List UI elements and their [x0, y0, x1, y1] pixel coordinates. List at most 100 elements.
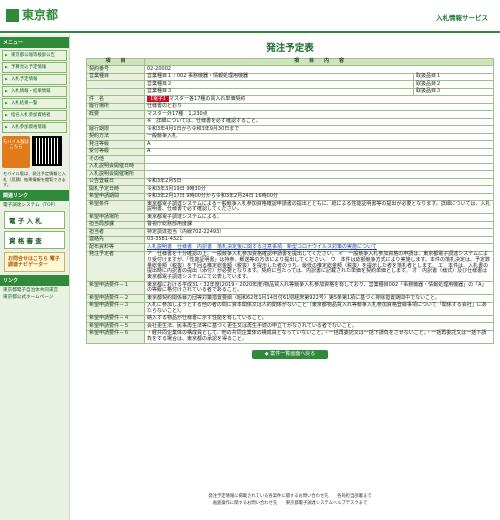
table-row: 公告登載日 令和3年2月5日	[86, 177, 494, 187]
row-value: 東京都電子調達システムによる。	[144, 213, 494, 222]
table-row: 営業種目 営業種目１ : 002 事務機器・情報処理用機器 取扱品目１	[86, 72, 494, 82]
row-label: 希望申請要件－６	[86, 329, 145, 345]
table-row: 営業種目３ 取扱品目３	[86, 87, 494, 97]
table-row: 希望申請要件－６ ・経共同企業体の構成員として、他の共同企業体の構成員となっていな…	[86, 329, 494, 345]
sidebar-item-4[interactable]: 入札結果一覧	[2, 98, 67, 109]
row-value-text: マスター各17種の買入れ単価契約	[169, 95, 246, 102]
table-row: 連絡先 03-3581-4321	[86, 235, 494, 245]
page-header: 東京都 入札情報サービス	[0, 0, 500, 33]
table-row: その他	[86, 155, 494, 164]
table-row: 希望申請要件－４ 納入する物品が仕様書に示す性能を有していること。	[86, 314, 494, 324]
row-value	[144, 162, 494, 172]
footer: 発注予定情報に掲載されている各案件に関するお問い合わせ先 各局担当部署まで 画面…	[80, 494, 500, 507]
table-row: 発注予定者ア 仕様書を十分確認の上、一般競争入札参加資格確認申請書を提出してくだ…	[86, 250, 494, 283]
row-label: 履行場所	[86, 102, 145, 112]
sidebar-item-2[interactable]: 入札予定情報	[2, 74, 67, 85]
row-value: 東京都における平成31・32年度(2019・2020年度)物品買入れ等競争入札参…	[144, 281, 494, 296]
row-value: 03-3581-4321	[144, 235, 494, 245]
sidebar-item-1[interactable]: 予算見込予定情報	[2, 62, 67, 73]
row-value: ・経共同企業体の構成員として、他の共同企業体の構成員となっていないこと。・一括再…	[144, 329, 494, 345]
row-extra: 取扱品目３	[413, 87, 494, 97]
row-value: 営業種目２	[144, 80, 414, 89]
row-value: 【電子】マスター各17種の買入れ単価契約	[144, 95, 494, 104]
row-value: ※ 詳細については、仕様書を必ず確認すること。	[144, 117, 494, 127]
sidebar-links-heading: 関連リンク	[0, 189, 69, 201]
tokyo-logo[interactable]: 東京都	[6, 9, 58, 22]
sidebar-item-6[interactable]: 入札参加資格情報	[2, 122, 67, 133]
row-value	[144, 155, 494, 164]
page-title: 発注予定表	[266, 43, 314, 54]
row-value: 特定調達担当（内線702-22493）	[144, 228, 494, 237]
col-item-header: 項 目	[86, 57, 145, 67]
table-row: 担当者 特定調達担当（内線702-22493）	[86, 228, 494, 237]
row-label: 入札説明会開催日時	[86, 162, 145, 172]
row-label: 希望申請要件－４	[86, 314, 145, 324]
table-row: 希望申請期間 令和3年2月17日 9時00分から令和3年2月24日 16時00分	[86, 192, 494, 202]
attachment-links[interactable]: 入札説明書 仕様書 内訳書 落札決定後に関する注意事項 新型コロナウイルス対策の…	[147, 244, 377, 250]
table-row: 契約方法 一般競争入札	[86, 132, 494, 142]
main-content: 発注予定表 項 目 項 目 内 容 契約番号 02-20002 営業種目 営業種目１ …	[86, 40, 494, 360]
table-row: 希望申請要件－３ 入札に参加しようとする他の者の間に資本関係又は人的関係がないこと…	[86, 301, 494, 316]
row-value: A	[144, 140, 494, 149]
electronic-tag: 【電子】	[147, 95, 170, 102]
mobile-button[interactable]: モバイル版はこちら	[2, 136, 30, 168]
row-label: 希望申請期間	[86, 192, 145, 202]
sidebar-item-5[interactable]: 指名入札参加資格者	[2, 110, 67, 121]
row-value: 営業種目１ : 002 事務機器・情報処理用機器	[144, 72, 414, 82]
row-label: 概要	[86, 110, 145, 119]
row-value: 令和3年2月5日	[144, 177, 494, 187]
row-label: 希望申請要件－１	[86, 281, 145, 296]
row-label: 担当局部課	[86, 220, 145, 230]
mobile-note: モバイル版は、発注予定情報と入札（見積）結果情報を閲覧できます。	[3, 171, 66, 187]
table-row: 担当局部課 警視庁総務部用度課	[86, 220, 494, 230]
row-value: 営業種目３	[144, 87, 414, 97]
sidebar-item-0[interactable]: 東京都公報等検索公告	[2, 50, 67, 61]
table-row: 希望条件 東京都電子調達システムによる一般競争入札参加資格確認申請書の提出とともに…	[86, 200, 494, 215]
sidebar-link-epro[interactable]: 電子調達システム（TOP）	[3, 203, 66, 209]
row-label: 希望申請要件－３	[86, 301, 145, 316]
sidebar: メニュー 東京都公報等検索公告 予算見込予定情報 入札予定情報 入札情報・結果情…	[0, 35, 70, 520]
e-bidding-button[interactable]: 電 子 入 札	[4, 210, 65, 229]
row-value: 入札に参加しようとする他の者の間に資本関係又は人的関係がないこと（東京都物品買入…	[144, 301, 494, 316]
row-label: 公告登載日	[86, 177, 145, 187]
row-label	[86, 80, 145, 89]
qualification-button[interactable]: 資 格 審 査	[4, 230, 65, 249]
row-label: 発注予定者	[86, 250, 145, 283]
row-value: 警視庁総務部用度課	[144, 220, 494, 230]
qr-code-icon	[32, 136, 62, 166]
service-title: 入札情報サービス	[436, 14, 488, 22]
row-label: 連絡先	[86, 235, 145, 245]
sidebar-links2-heading: リンク	[0, 274, 69, 286]
row-value: 仕様書のとおり	[144, 102, 494, 112]
mobile-section: モバイル版はこちら	[2, 136, 67, 168]
sidebar-link-joint[interactable]: 東京都電子自治体共同運営	[3, 288, 66, 294]
order-table: 項 目 項 目 内 容 契約番号 02-20002 営業種目 営業種目１ : 002 …	[86, 57, 494, 345]
row-value: 令和3年4月1日から令和3年9月30日まで	[144, 125, 494, 134]
row-label: 営業種目	[86, 72, 145, 82]
tokyo-logo-icon	[6, 9, 19, 22]
row-label: 受付等級	[86, 147, 145, 157]
table-row: 履行場所 仕様書のとおり	[86, 102, 494, 112]
sidebar-item-3[interactable]: 入札情報・結果情報	[2, 86, 67, 97]
row-value: A	[144, 147, 494, 157]
row-value: 納入する物品が仕様書に示す性能を有していること。	[144, 314, 494, 324]
table-row: 入札説明会開催日時	[86, 162, 494, 172]
contact-button[interactable]: お問合せはこちら 電子調達ナビゲーター	[4, 251, 65, 272]
logo-text: 東京都	[22, 8, 59, 22]
row-extra: 取扱品目１	[413, 72, 494, 82]
row-value: ア 仕様書を十分確認の上、一般競争入札参加資格確認申請書を提出してください。 イ…	[144, 250, 494, 283]
row-label: 希望条件	[86, 200, 145, 215]
row-value	[144, 170, 494, 179]
table-row: 受付等級 A	[86, 147, 494, 157]
footer-line-2: 画面操作に関するお問い合わせ先 東京都電子調達システムヘルプデスクまで	[212, 500, 368, 506]
row-value: 令和3年2月17日 9時00分から令和3年2月24日 16時00分	[144, 192, 494, 202]
sidebar-link-tokyo[interactable]: 東京都公式ホームページ	[3, 295, 66, 301]
table-row: ※ 詳細については、仕様書を必ず確認すること。	[86, 117, 494, 127]
table-row: 希望申請要件－１ 東京都における平成31・32年度(2019・2020年度)物品買…	[86, 281, 494, 296]
row-value: 東京都電子調達システムによる一般競争入札参加資格確認申請書の提出とともに、紙によ…	[144, 200, 494, 215]
row-value: 一般競争入札	[144, 132, 494, 142]
table-row: 発注等級 A	[86, 140, 494, 149]
back-to-list-button[interactable]: ◆ 案件一覧画面へ戻る	[252, 350, 328, 360]
row-label: 契約方法	[86, 132, 145, 142]
row-label	[86, 87, 145, 97]
